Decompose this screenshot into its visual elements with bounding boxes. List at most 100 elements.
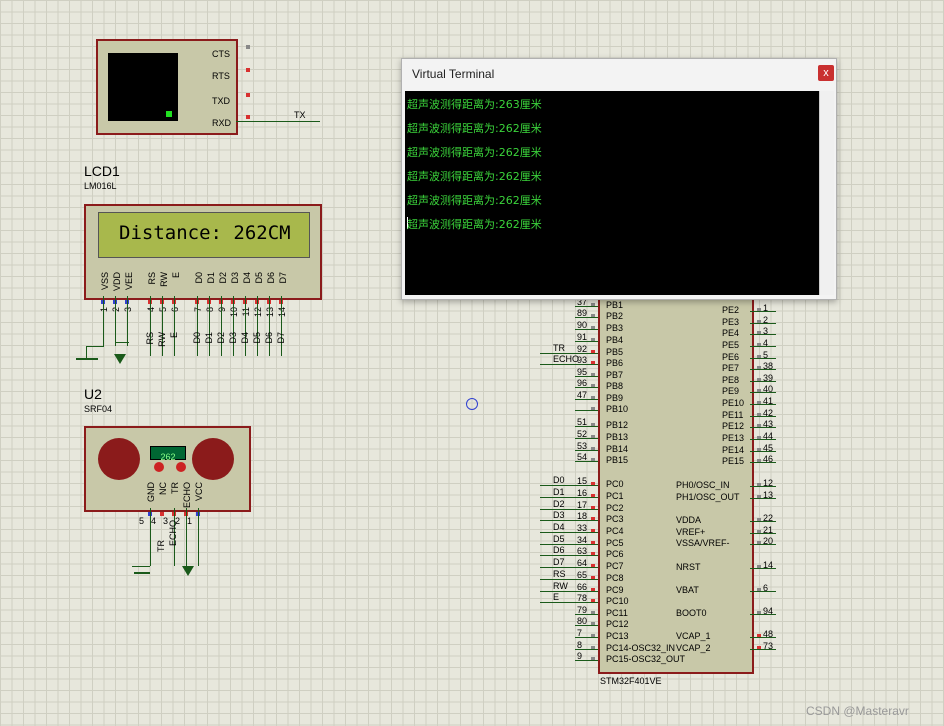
terminal-line: 超声波测得距离为:262厘米 bbox=[407, 146, 542, 159]
wire bbox=[540, 555, 575, 556]
lcd-pin-number: 1 bbox=[99, 307, 109, 313]
pin-marker bbox=[246, 115, 250, 119]
mcu-net-label: RW bbox=[553, 581, 568, 591]
lcd-pin-number: 12 bbox=[253, 307, 263, 318]
lcd-pin-label: D6 bbox=[266, 272, 276, 284]
wire bbox=[575, 532, 598, 533]
sensor-button[interactable] bbox=[154, 462, 164, 472]
wire bbox=[750, 544, 776, 545]
lcd-pin-number: 4 bbox=[146, 307, 156, 313]
mcu-pin-label: PB8 bbox=[606, 381, 624, 391]
lcd-pin-label: D4 bbox=[242, 272, 252, 284]
mcu-net-label: D5 bbox=[553, 534, 565, 544]
wire bbox=[575, 364, 598, 365]
mcu-pin-label: PC14-OSC32_IN bbox=[606, 643, 676, 653]
mcu-pin-label: PC5 bbox=[606, 538, 624, 548]
wire bbox=[540, 602, 575, 603]
sensor-button[interactable] bbox=[176, 462, 186, 472]
lcd-net-label: E bbox=[169, 332, 179, 339]
wire bbox=[575, 637, 598, 638]
wire bbox=[150, 296, 151, 356]
wire bbox=[750, 533, 776, 534]
sensor-module[interactable]: 262 bbox=[84, 426, 251, 512]
wire bbox=[281, 296, 282, 356]
uart-module[interactable]: CTS RTS TXD RXD bbox=[96, 39, 238, 135]
terminal-line: 超声波测得距离为:262厘米 bbox=[407, 170, 542, 183]
close-button[interactable]: x bbox=[818, 65, 834, 81]
mcu-net-label: ECHO bbox=[553, 354, 580, 364]
lcd-pin-label: RW bbox=[159, 272, 169, 287]
wire bbox=[750, 451, 776, 452]
sensor-pin-label: ECHO bbox=[182, 482, 192, 509]
mcu-pin-label: PC0 bbox=[606, 479, 624, 489]
wire bbox=[750, 323, 776, 324]
lcd-net-label: D3 bbox=[228, 332, 238, 344]
pin-marker bbox=[246, 93, 250, 97]
lcd-net-label: D2 bbox=[216, 332, 226, 344]
mcu-pin-label: PB2 bbox=[606, 311, 624, 321]
mcu-net-label: D1 bbox=[553, 487, 565, 497]
mcu-pin-label: PC8 bbox=[606, 573, 624, 583]
terminal-lines: 超声波测得距离为:263厘米 超声波测得距离为:262厘米 超声波测得距离为:262… bbox=[405, 91, 819, 231]
mcu-pin-label: PB3 bbox=[606, 323, 624, 333]
wire bbox=[750, 462, 776, 463]
mcu-pin-label: PE8 bbox=[722, 375, 740, 385]
lcd-pin-number: 9 bbox=[217, 307, 227, 313]
mcu-net-label: D7 bbox=[553, 557, 565, 567]
wire bbox=[269, 296, 270, 356]
wire bbox=[115, 342, 129, 343]
transducer-right bbox=[192, 438, 234, 480]
mcu-pin-label: PE7 bbox=[722, 363, 740, 373]
crosshair-icon bbox=[466, 398, 478, 410]
lcd-pin-number: 5 bbox=[158, 307, 168, 313]
mcu-pin-label: PB5 bbox=[606, 347, 624, 357]
wire bbox=[575, 341, 598, 342]
mcu-pin-label: PB4 bbox=[606, 335, 624, 345]
wire bbox=[162, 296, 163, 356]
wire bbox=[750, 416, 776, 417]
uart-pin-rxd: RXD bbox=[212, 118, 232, 128]
lcd-text: Distance: 262CM bbox=[119, 222, 291, 244]
wire bbox=[575, 614, 598, 615]
wire bbox=[540, 532, 575, 533]
wire bbox=[750, 591, 776, 592]
mcu-pin-label: PB6 bbox=[606, 358, 624, 368]
mcu-pin-label: PC13 bbox=[606, 631, 629, 641]
mcu-part: STM32F401VE bbox=[600, 676, 662, 686]
mcu-pin-label: PE9 bbox=[722, 386, 740, 396]
close-icon: x bbox=[823, 67, 829, 79]
lcd-net-label: D4 bbox=[240, 332, 250, 344]
wire bbox=[540, 364, 575, 365]
sensor-pin-number: 4 bbox=[151, 516, 157, 526]
transducer-left bbox=[98, 438, 140, 480]
mcu-pin-label: PC12 bbox=[606, 619, 629, 629]
terminal-scrollbar[interactable] bbox=[819, 91, 834, 295]
sensor-pin-label: TR bbox=[170, 482, 180, 494]
lcd-display: Distance: 262CM bbox=[98, 212, 310, 258]
mcu-pin-label: PH1/OSC_OUT bbox=[676, 492, 740, 502]
wire bbox=[750, 404, 776, 405]
lcd-ref: LCD1 bbox=[84, 163, 120, 179]
wire bbox=[127, 296, 128, 346]
wire bbox=[575, 567, 598, 568]
mcu-pin-label: PC15-OSC32_OUT bbox=[606, 654, 686, 664]
mcu-pin-label: PC4 bbox=[606, 526, 624, 536]
virtual-terminal-window[interactable]: Virtual Terminal x 超声波测得距离为:263厘米 超声波测得距离… bbox=[401, 58, 837, 300]
wire bbox=[575, 387, 598, 388]
wire bbox=[540, 520, 575, 521]
terminal-screen[interactable]: 超声波测得距离为:263厘米 超声波测得距离为:262厘米 超声波测得距离为:262… bbox=[405, 91, 819, 295]
wire bbox=[575, 376, 598, 377]
wire bbox=[750, 486, 776, 487]
terminal-line: 超声波测得距离为:263厘米 bbox=[407, 98, 542, 111]
wire bbox=[575, 461, 598, 462]
uart-led bbox=[166, 111, 172, 117]
lcd-net-label: D5 bbox=[252, 332, 262, 344]
mcu-net-label: TR bbox=[553, 343, 565, 353]
ground-icon bbox=[134, 572, 150, 574]
terminal-line: 超声波测得距离为:262厘米 bbox=[407, 194, 542, 207]
sensor-ref: U2 bbox=[84, 386, 102, 402]
lcd-pin-number: 10 bbox=[229, 307, 239, 318]
uart-pin-txd: TXD bbox=[212, 96, 230, 106]
mcu-pin-label: PE11 bbox=[722, 410, 744, 420]
mcu-pin-label: PH0/OSC_IN bbox=[676, 480, 730, 490]
